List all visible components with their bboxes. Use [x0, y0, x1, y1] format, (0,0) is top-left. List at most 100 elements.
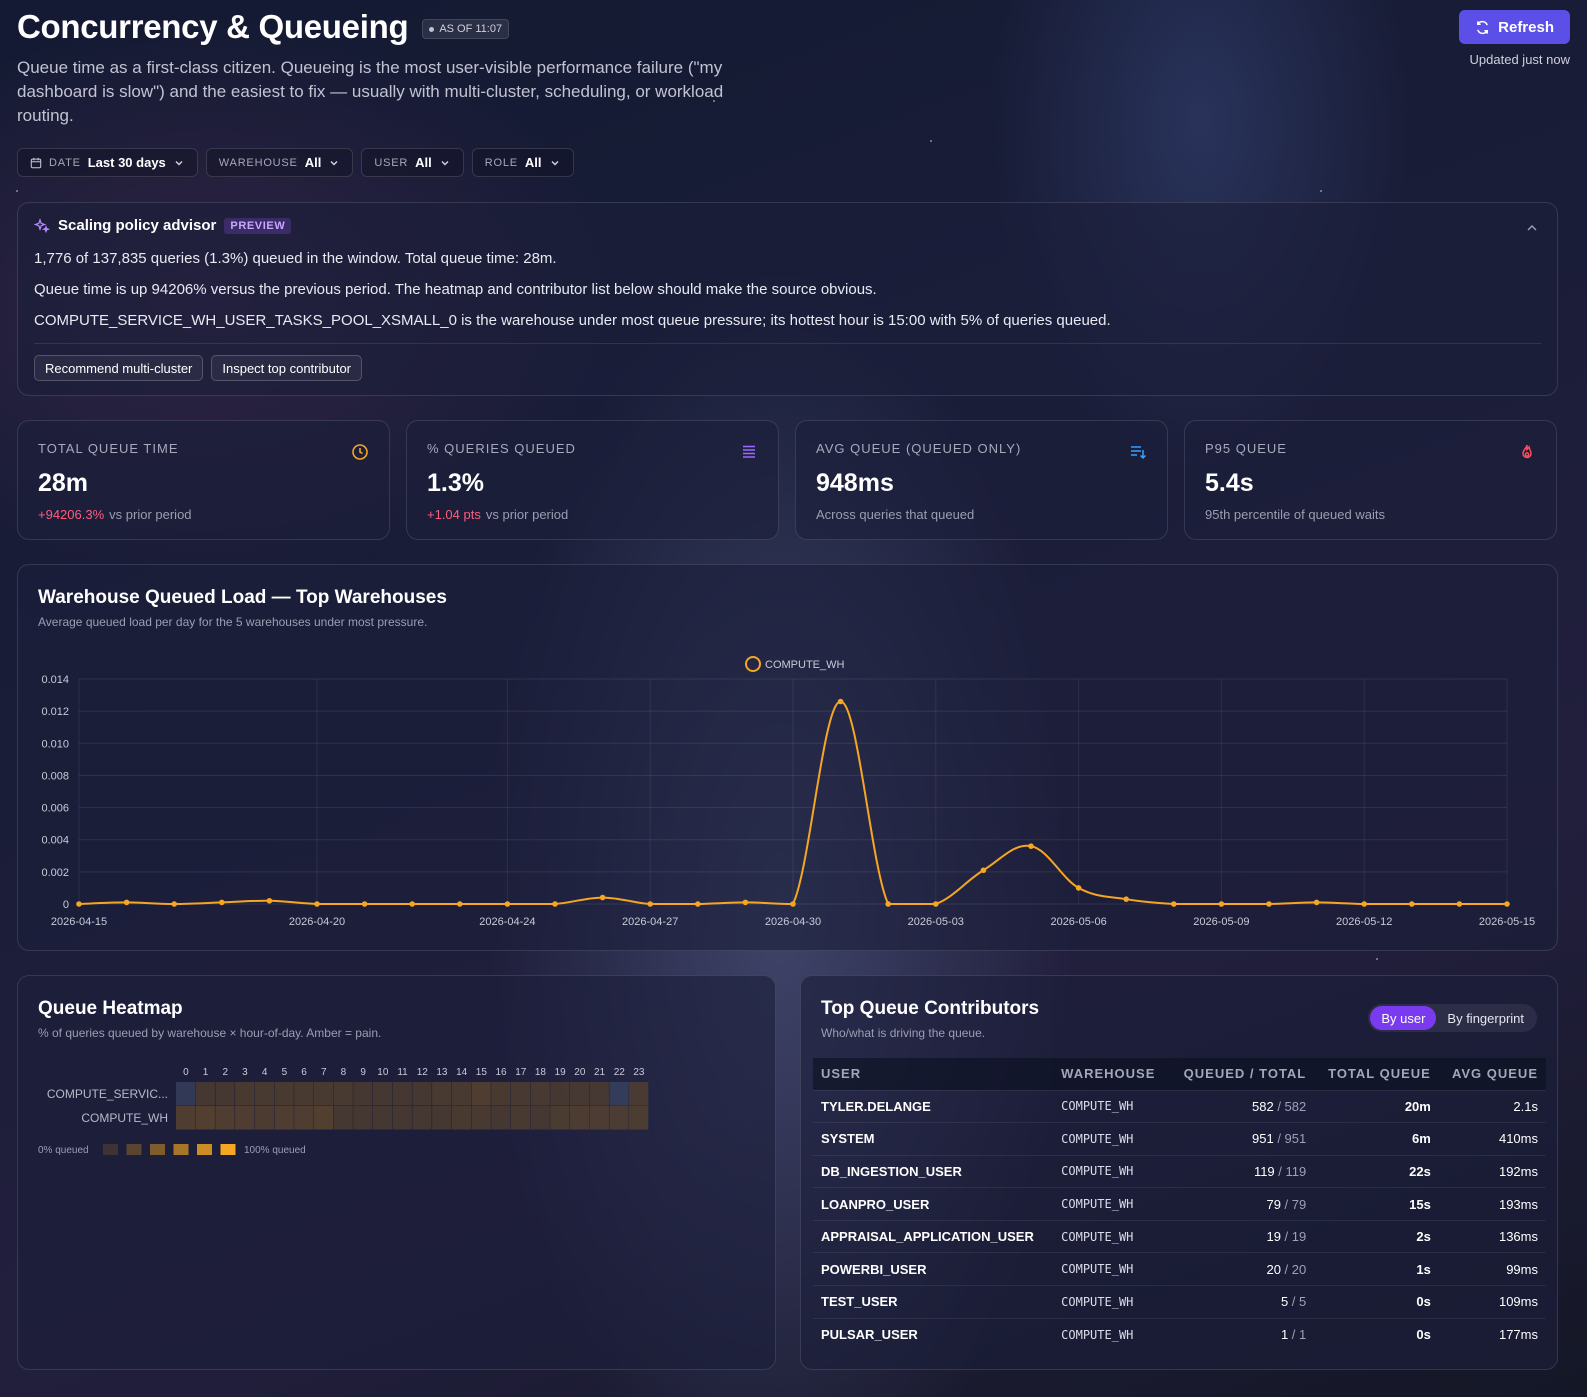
filter-date[interactable]: DATE Last 30 days [17, 148, 198, 177]
cell-total-queue: 15s [1314, 1187, 1439, 1221]
cell-avg-queue: 193ms [1438, 1187, 1546, 1221]
contributors-toggle: By user By fingerprint [1368, 1004, 1537, 1032]
kpi-label: AVG QUEUE (QUEUED ONLY) [816, 441, 1022, 456]
heatmap-cell [294, 1082, 314, 1106]
cell-queued-total: 119 / 119 [1168, 1154, 1315, 1188]
cell-queued-total: 951 / 951 [1168, 1122, 1315, 1156]
cell-warehouse: COMPUTE_WH [1053, 1089, 1169, 1123]
total-count: 951 [1284, 1131, 1307, 1147]
preview-badge: PREVIEW [224, 217, 292, 234]
hour-label: 13 [436, 1067, 448, 1078]
refresh-icon [1477, 20, 1489, 34]
table-row[interactable]: LOANPRO_USER COMPUTE_WH 79 / 79 15s 193ms [813, 1187, 1546, 1221]
data-point [1123, 896, 1129, 902]
star-decoration [1320, 190, 1322, 192]
column-header-avg-queue[interactable]: AVG QUEUE [1438, 1058, 1546, 1090]
cell-total-queue: 2s [1314, 1219, 1439, 1253]
hour-label: 7 [321, 1067, 327, 1078]
hour-label: 10 [377, 1067, 389, 1078]
cell-avg-queue: 192ms [1438, 1154, 1546, 1188]
updated-text: Updated just now [1469, 52, 1570, 67]
data-point [695, 901, 701, 907]
hour-label: 6 [301, 1067, 307, 1078]
data-point [742, 899, 749, 906]
flame-icon [1522, 444, 1532, 459]
table-row[interactable]: POWERBI_USER COMPUTE_WH 20 / 20 1s 99ms [813, 1252, 1546, 1286]
table-row[interactable]: TYLER.DELANGE COMPUTE_WH 582 / 582 20m 2.1s [813, 1089, 1546, 1123]
status-dot-icon [429, 26, 435, 32]
kpi-delta: +1.04 pts [427, 507, 481, 522]
column-header-user[interactable]: USER [813, 1058, 1054, 1090]
heatmap-cell [589, 1106, 609, 1130]
refresh-label: Refresh [1498, 18, 1554, 36]
column-header-queued-total[interactable]: QUEUED / TOTAL [1168, 1058, 1315, 1090]
kpi-value: 1.3% [427, 469, 484, 497]
column-header-warehouse[interactable]: WAREHOUSE [1053, 1058, 1169, 1090]
advisor-line: Queue time is up 94206% versus the previ… [34, 281, 877, 298]
calendar-icon [30, 157, 42, 168]
heatmap-cell [609, 1106, 629, 1130]
heatmap-cell [313, 1082, 334, 1106]
hour-label: 8 [341, 1067, 347, 1078]
kpi-avg-queue: AVG QUEUE (QUEUED ONLY) 948ms Across que… [795, 420, 1168, 540]
advisor-line: 1,776 of 137,835 queries (1.3%) queued i… [34, 250, 557, 267]
total-count: 582 [1284, 1098, 1307, 1114]
data-point [457, 901, 463, 907]
kpi-value: 28m [38, 469, 89, 497]
heatmap-cell [471, 1106, 491, 1130]
column-header-total-queue[interactable]: TOTAL QUEUE [1314, 1058, 1439, 1090]
legend-swatch [197, 1144, 212, 1155]
total-separator: / [1273, 1131, 1285, 1147]
cell-total-queue: 0s [1314, 1285, 1439, 1319]
list-stack-icon [743, 445, 755, 458]
heatmap-cell [432, 1082, 452, 1106]
total-count: 20 [1291, 1261, 1307, 1277]
heatmap-cell [530, 1082, 550, 1106]
tab-by-fingerprint[interactable]: By fingerprint [1436, 1006, 1535, 1030]
total-count: 5 [1299, 1294, 1307, 1310]
heatmap-cell [451, 1106, 471, 1130]
x-tick-label: 2026-04-30 [765, 916, 821, 928]
kpi-subtext: Across queries that queued [816, 507, 1147, 522]
cell-total-queue: 20m [1314, 1089, 1439, 1123]
table-row[interactable]: PULSAR_USER COMPUTE_WH 1 / 1 0s 177ms [813, 1317, 1546, 1351]
legend-swatch [150, 1144, 165, 1155]
total-separator: / [1288, 1294, 1300, 1310]
cell-warehouse: COMPUTE_WH [1053, 1285, 1169, 1319]
data-point [933, 901, 939, 907]
cell-queued-total: 5 / 5 [1168, 1285, 1315, 1319]
table-row[interactable]: APPRAISAL_APPLICATION_USER COMPUTE_WH 19 /… [813, 1219, 1546, 1253]
hour-label: 5 [282, 1067, 288, 1078]
filter-warehouse[interactable]: WAREHOUSE All [205, 148, 354, 177]
heatmap-cell [353, 1082, 373, 1106]
x-tick-label: 2026-05-12 [1336, 916, 1392, 928]
filter-user[interactable]: USER All [361, 148, 464, 177]
cell-avg-queue: 410ms [1438, 1122, 1546, 1156]
refresh-button[interactable]: Refresh [1459, 10, 1570, 44]
recommend-multi-cluster-button[interactable]: Recommend multi-cluster [34, 355, 204, 381]
x-tick-label: 2026-05-09 [1193, 916, 1249, 928]
tab-by-user[interactable]: By user [1370, 1006, 1437, 1030]
filter-value: All [304, 155, 322, 170]
data-point [1075, 885, 1082, 891]
hour-label: 9 [360, 1067, 366, 1078]
filter-label: DATE [49, 156, 81, 169]
table-row[interactable]: SYSTEM COMPUTE_WH 951 / 951 6m 410ms [813, 1122, 1546, 1156]
cell-warehouse: COMPUTE_WH [1053, 1252, 1169, 1286]
heatmap-cell [373, 1106, 393, 1130]
chevron-up-icon[interactable] [1525, 221, 1539, 235]
data-point [219, 899, 225, 906]
cell-user: TYLER.DELANGE [813, 1089, 1054, 1123]
hour-label: 4 [262, 1067, 268, 1078]
filter-role[interactable]: ROLE All [471, 148, 574, 177]
x-tick-label: 2026-05-15 [1479, 916, 1535, 928]
table-row[interactable]: TEST_USER COMPUTE_WH 5 / 5 0s 109ms [813, 1285, 1546, 1319]
queued-count: 951 [1252, 1131, 1274, 1147]
table-row[interactable]: DB_INGESTION_USER COMPUTE_WH 119 / 119 22s 1… [813, 1154, 1546, 1188]
cell-queued-total: 20 / 20 [1168, 1252, 1315, 1286]
inspect-top-contributor-button[interactable]: Inspect top contributor [211, 355, 363, 381]
heatmap-cell [313, 1106, 334, 1130]
legend-marker [745, 656, 761, 672]
heatmap-cell [471, 1082, 491, 1106]
cell-user: POWERBI_USER [813, 1252, 1054, 1286]
